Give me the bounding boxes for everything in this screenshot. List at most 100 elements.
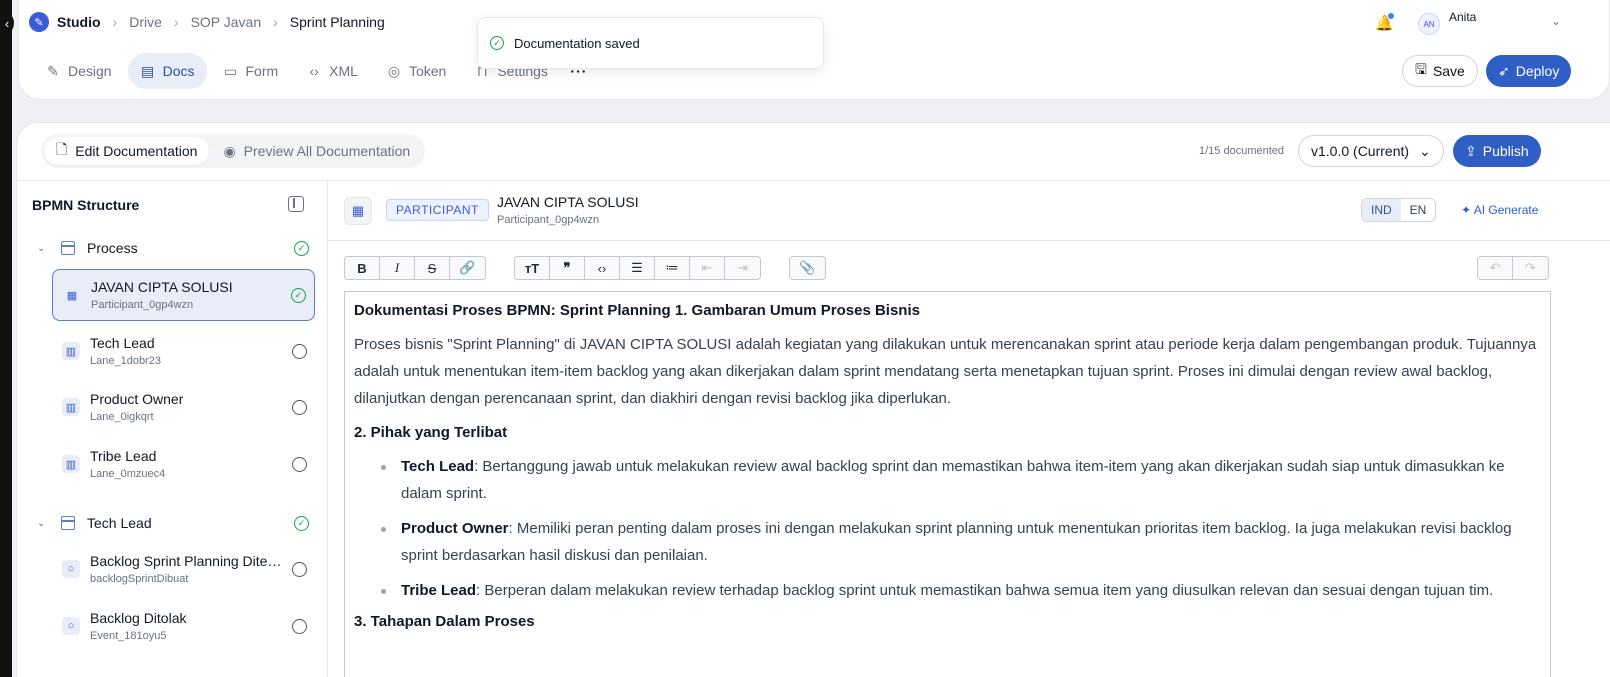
deploy-button[interactable]: ➶ Deploy: [1486, 55, 1572, 87]
lang-ind-button[interactable]: IND: [1362, 199, 1401, 221]
element-type-badge: PARTICIPANT: [386, 199, 489, 221]
check-circle-icon: ✓: [294, 240, 309, 256]
avatar[interactable]: AN: [1418, 13, 1440, 35]
publish-label: Publish: [1482, 143, 1529, 159]
pen-icon: ✎: [47, 62, 59, 79]
chevron-down-icon[interactable]: ⌄: [1551, 14, 1561, 28]
empty-circle-icon: [292, 619, 307, 634]
version-value: v1.0.0 (Current): [1311, 143, 1410, 159]
breadcrumb-drive[interactable]: Drive: [129, 14, 162, 30]
role-desc: : Memiliki peran penting dalam proses in…: [401, 520, 1512, 564]
item-name: Product Owner: [90, 391, 184, 407]
save-label: Save: [1432, 63, 1465, 79]
app-left-edge: [0, 0, 12, 677]
upload-icon: ⇪: [1465, 142, 1477, 159]
documentation-toolbar: 🗋 Edit Documentation ◉ Preview All Documen…: [17, 123, 1610, 181]
sidebar-title: BPMN Structure: [32, 197, 140, 213]
outdent-icon[interactable]: ⇤: [690, 257, 725, 279]
collapse-sidebar-icon[interactable]: [288, 196, 304, 212]
undo-icon[interactable]: ↶: [1478, 257, 1513, 279]
item-id: Lane_0igkqrt: [90, 411, 154, 423]
view-mode-toggle: 🗋 Edit Documentation ◉ Preview All Documen…: [41, 134, 426, 168]
group-label: Tech Lead: [87, 515, 152, 531]
roles-list: Tech Lead: Bertanggung jawab untuk melak…: [381, 453, 1541, 604]
chevron-down-icon[interactable]: ⌄: [37, 518, 49, 529]
strikethrough-icon[interactable]: S: [415, 257, 450, 279]
deploy-label: Deploy: [1515, 63, 1560, 79]
quote-icon[interactable]: ❞: [550, 257, 585, 279]
tab-form[interactable]: ▭ Form: [211, 53, 291, 89]
chevron-right-icon: ›: [112, 14, 118, 30]
version-select[interactable]: v1.0.0 (Current) ⌄: [1298, 135, 1444, 167]
italic-icon[interactable]: I: [380, 257, 415, 279]
list-item: Tribe Lead: Berperan dalam melakukan rev…: [381, 577, 1541, 604]
item-id: backlogSprintDibuat: [90, 573, 189, 585]
tree-group-process[interactable]: ⌄ Process ✓: [37, 236, 309, 260]
role-name: Product Owner: [401, 520, 509, 537]
empty-circle-icon: [292, 344, 307, 359]
tab-xml[interactable]: ‹› XML: [294, 53, 370, 89]
tree-item-backlog-sprint-planning[interactable]: ○ Backlog Sprint Planning Diterima backl…: [52, 544, 315, 596]
tab-label: Docs: [162, 63, 195, 79]
item-name: Tech Lead: [90, 335, 155, 351]
paperclip-icon[interactable]: 📎: [790, 257, 825, 279]
check-circle-icon: ✓: [490, 36, 504, 50]
brand-name[interactable]: Studio: [57, 14, 101, 30]
block-group: тT ❞ ‹› ☰ ≔ ⇤ ⇥: [514, 256, 761, 280]
bullet-list-icon[interactable]: ☰: [620, 257, 655, 279]
token-icon: ◎: [387, 62, 401, 79]
documented-count: 1/15 documented: [1199, 145, 1285, 157]
lane-icon: ▥: [62, 342, 80, 360]
publish-button[interactable]: ⇪ Publish: [1453, 135, 1541, 167]
item-id: Lane_0mzuec4: [90, 468, 166, 480]
save-button[interactable]: 🖫 Save: [1402, 55, 1478, 87]
item-id: Lane_1dobr23: [90, 355, 161, 367]
format-group: B I S 🔗: [344, 256, 486, 280]
item-id: Participant_0gp4wzn: [91, 299, 194, 311]
doc-heading-2: 2. Pihak yang Terlibat: [354, 424, 508, 441]
tab-token[interactable]: ◎ Token: [374, 53, 458, 89]
ai-generate-button[interactable]: ✦ AI Generate: [1461, 203, 1538, 217]
code-icon[interactable]: ‹›: [585, 257, 620, 279]
tab-docs[interactable]: ▤ Docs: [127, 53, 207, 89]
element-name: JAVAN CIPTA SOLUSI: [497, 194, 639, 210]
empty-circle-icon: [292, 457, 307, 472]
bold-icon[interactable]: B: [345, 257, 380, 279]
tab-design[interactable]: ✎ Design: [33, 53, 124, 89]
toast-notification: ✓ Documentation saved: [477, 17, 824, 69]
doc-paragraph-1: Proses bisnis "Sprint Planning" di JAVAN…: [354, 336, 1537, 407]
tree-item-tribe-lead[interactable]: ▥ Tribe Lead Lane_0mzuec4: [52, 439, 315, 491]
heading-icon[interactable]: тT: [515, 257, 550, 279]
tree-item-tech-lead[interactable]: ▥ Tech Lead Lane_1dobr23: [52, 326, 315, 378]
file-edit-icon: 🗋: [56, 141, 68, 157]
indent-icon[interactable]: ⇥: [725, 257, 760, 279]
element-id: Participant_0gp4wzn: [497, 214, 600, 226]
element-header: ▦ PARTICIPANT JAVAN CIPTA SOLUSI Partici…: [328, 181, 1610, 241]
toast-message: Documentation saved: [514, 35, 640, 51]
rocket-icon: ➶: [1498, 62, 1510, 79]
tree-item-backlog-ditolak[interactable]: ○ Backlog Ditolak Event_181oyu5: [52, 601, 315, 653]
preview-all-button[interactable]: ◉ Preview All Documentation: [211, 137, 422, 165]
lang-en-button[interactable]: EN: [1401, 199, 1436, 221]
link-icon[interactable]: 🔗: [450, 257, 485, 279]
tree-group-tech-lead[interactable]: ⌄ Tech Lead ✓: [37, 511, 309, 535]
breadcrumb: ✎ Studio › Drive › SOP Javan › Sprint Pl…: [29, 12, 385, 32]
role-name: Tribe Lead: [401, 582, 477, 599]
tab-label: XML: [329, 63, 358, 79]
tab-label: Design: [68, 63, 112, 79]
item-name: Tribe Lead: [90, 448, 157, 464]
role-desc: : Bertanggung jawab untuk melakukan revi…: [401, 458, 1505, 502]
chevron-down-icon[interactable]: ⌄: [37, 243, 49, 254]
tree-item-javan-cipta-solusi[interactable]: ▦ JAVAN CIPTA SOLUSI Participant_0gp4wzn…: [52, 269, 315, 321]
breadcrumb-sop-javan[interactable]: SOP Javan: [191, 14, 262, 30]
documentation-editor[interactable]: Dokumentasi Proses BPMN: Sprint Planning…: [344, 291, 1551, 677]
tree-item-product-owner[interactable]: ▥ Product Owner Lane_0igkqrt: [52, 382, 315, 434]
item-id: Event_181oyu5: [90, 630, 167, 642]
edit-documentation-button[interactable]: 🗋 Edit Documentation: [44, 137, 210, 165]
chevron-right-icon: ›: [273, 14, 278, 30]
preview-label: Preview All Documentation: [243, 143, 411, 159]
user-name[interactable]: Anita: [1449, 10, 1476, 24]
numbered-list-icon[interactable]: ≔: [655, 257, 690, 279]
redo-icon[interactable]: ↷: [1513, 257, 1548, 279]
bell-icon[interactable]: 🔔: [1375, 12, 1395, 32]
